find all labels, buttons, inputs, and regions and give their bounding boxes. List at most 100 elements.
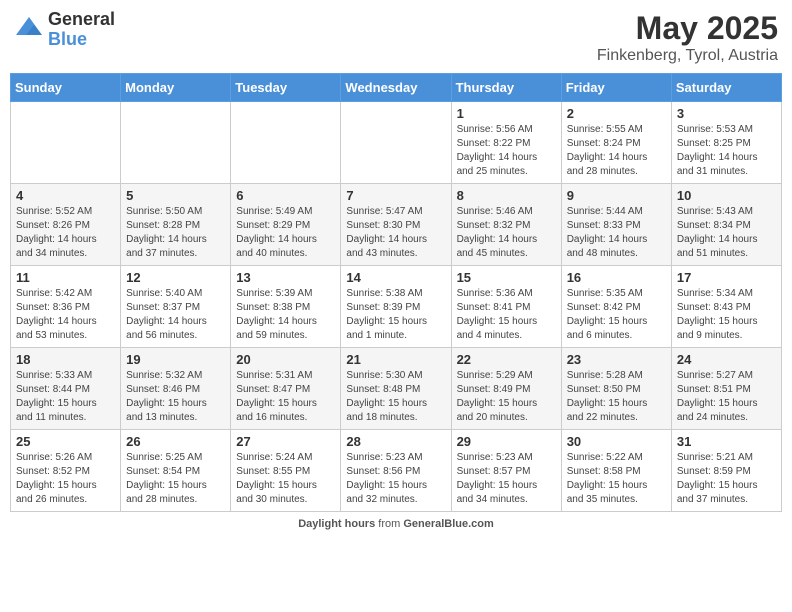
day-info: Sunrise: 5:36 AM Sunset: 8:41 PM Dayligh…	[457, 287, 556, 343]
calendar-cell: 12Sunrise: 5:40 AM Sunset: 8:37 PM Dayli…	[121, 266, 231, 348]
footer-label: Daylight hours	[298, 518, 375, 530]
calendar-cell: 14Sunrise: 5:38 AM Sunset: 8:39 PM Dayli…	[341, 266, 451, 348]
calendar-week-row: 25 Sunrise: 5:26 AM Sunset: 8:52 PM Dayli…	[11, 430, 782, 512]
logo-blue-text: Blue	[48, 30, 115, 50]
day-number: 19	[126, 352, 225, 367]
calendar-cell: 11Sunrise: 5:42 AM Sunset: 8:36 PM Dayli…	[11, 266, 121, 348]
calendar-cell	[341, 102, 451, 184]
day-info: Sunrise: 5:29 AM Sunset: 8:49 PM Dayligh…	[457, 369, 556, 425]
day-number: 23	[567, 352, 666, 367]
day-info: Sunrise: 5:22 AM Sunset: 8:58 PM Dayligh…	[567, 451, 666, 507]
day-info: Sunrise: 5:24 AM Sunset: 8:55 PM Dayligh…	[236, 451, 335, 507]
day-info: Sunrise: 5:56 AM Sunset: 8:22 PM Dayligh…	[457, 123, 556, 179]
day-number: 6	[236, 188, 335, 203]
day-info: Sunrise: 5:26 AM Sunset: 8:52 PM Dayligh…	[16, 451, 115, 507]
calendar-cell: 20Sunrise: 5:31 AM Sunset: 8:47 PM Dayli…	[231, 348, 341, 430]
calendar-cell: 23Sunrise: 5:28 AM Sunset: 8:50 PM Dayli…	[561, 348, 671, 430]
calendar-cell: 29 Sunrise: 5:23 AM Sunset: 8:57 PM Dayli…	[451, 430, 561, 512]
calendar-cell: 24 Sunrise: 5:27 AM Sunset: 8:51 PM Dayli…	[671, 348, 781, 430]
calendar-cell: 30 Sunrise: 5:22 AM Sunset: 8:58 PM Dayli…	[561, 430, 671, 512]
calendar-week-row: 18 Sunrise: 5:33 AM Sunset: 8:44 PM Dayli…	[11, 348, 782, 430]
day-info: Sunrise: 5:21 AM Sunset: 8:59 PM Dayligh…	[677, 451, 776, 507]
day-number: 16	[567, 270, 666, 285]
day-number: 5	[126, 188, 225, 203]
day-info: Sunrise: 5:55 AM Sunset: 8:24 PM Dayligh…	[567, 123, 666, 179]
day-number: 11	[16, 270, 115, 285]
calendar-cell: 27 Sunrise: 5:24 AM Sunset: 8:55 PM Dayli…	[231, 430, 341, 512]
day-number: 26	[126, 434, 225, 449]
day-info: Sunrise: 5:43 AM Sunset: 8:34 PM Dayligh…	[677, 205, 776, 261]
day-number: 30	[567, 434, 666, 449]
calendar-cell	[11, 102, 121, 184]
day-info: Sunrise: 5:47 AM Sunset: 8:30 PM Dayligh…	[346, 205, 445, 261]
day-info: Sunrise: 5:23 AM Sunset: 8:56 PM Dayligh…	[346, 451, 445, 507]
day-of-week-header: Sunday	[11, 74, 121, 102]
day-number: 3	[677, 106, 776, 121]
calendar-cell: 15 Sunrise: 5:36 AM Sunset: 8:41 PM Dayli…	[451, 266, 561, 348]
calendar-table: SundayMondayTuesdayWednesdayThursdayFrid…	[10, 73, 782, 512]
page-header: General Blue May 2025 Finkenberg, Tyrol,…	[10, 10, 782, 65]
calendar-cell: 26Sunrise: 5:25 AM Sunset: 8:54 PM Dayli…	[121, 430, 231, 512]
day-info: Sunrise: 5:34 AM Sunset: 8:43 PM Dayligh…	[677, 287, 776, 343]
day-number: 29	[457, 434, 556, 449]
day-info: Sunrise: 5:23 AM Sunset: 8:57 PM Dayligh…	[457, 451, 556, 507]
day-number: 27	[236, 434, 335, 449]
calendar-cell: 3 Sunrise: 5:53 AM Sunset: 8:25 PM Daylig…	[671, 102, 781, 184]
calendar-cell: 2 Sunrise: 5:55 AM Sunset: 8:24 PM Daylig…	[561, 102, 671, 184]
day-number: 25	[16, 434, 115, 449]
day-info: Sunrise: 5:30 AM Sunset: 8:48 PM Dayligh…	[346, 369, 445, 425]
calendar-cell: 10 Sunrise: 5:43 AM Sunset: 8:34 PM Dayli…	[671, 184, 781, 266]
logo-icon	[14, 15, 44, 45]
calendar-cell	[121, 102, 231, 184]
day-info: Sunrise: 5:27 AM Sunset: 8:51 PM Dayligh…	[677, 369, 776, 425]
logo: General Blue	[14, 10, 115, 50]
calendar-header-row: SundayMondayTuesdayWednesdayThursdayFrid…	[11, 74, 782, 102]
calendar-cell: 9 Sunrise: 5:44 AM Sunset: 8:33 PM Daylig…	[561, 184, 671, 266]
calendar-cell: 28 Sunrise: 5:23 AM Sunset: 8:56 PM Dayli…	[341, 430, 451, 512]
calendar-title: May 2025	[597, 10, 778, 47]
day-info: Sunrise: 5:53 AM Sunset: 8:25 PM Dayligh…	[677, 123, 776, 179]
calendar-cell: 25 Sunrise: 5:26 AM Sunset: 8:52 PM Dayli…	[11, 430, 121, 512]
day-info: Sunrise: 5:49 AM Sunset: 8:29 PM Dayligh…	[236, 205, 335, 261]
day-of-week-header: Wednesday	[341, 74, 451, 102]
logo-text: General Blue	[48, 10, 115, 50]
calendar-cell: 6 Sunrise: 5:49 AM Sunset: 8:29 PM Daylig…	[231, 184, 341, 266]
day-number: 24	[677, 352, 776, 367]
day-number: 22	[457, 352, 556, 367]
calendar-cell: 22 Sunrise: 5:29 AM Sunset: 8:49 PM Dayli…	[451, 348, 561, 430]
day-number: 10	[677, 188, 776, 203]
calendar-week-row: 11Sunrise: 5:42 AM Sunset: 8:36 PM Dayli…	[11, 266, 782, 348]
calendar-cell: 4 Sunrise: 5:52 AM Sunset: 8:26 PM Daylig…	[11, 184, 121, 266]
day-info: Sunrise: 5:40 AM Sunset: 8:37 PM Dayligh…	[126, 287, 225, 343]
day-info: Sunrise: 5:44 AM Sunset: 8:33 PM Dayligh…	[567, 205, 666, 261]
calendar-cell: 5 Sunrise: 5:50 AM Sunset: 8:28 PM Daylig…	[121, 184, 231, 266]
day-number: 15	[457, 270, 556, 285]
day-of-week-header: Monday	[121, 74, 231, 102]
day-info: Sunrise: 5:33 AM Sunset: 8:44 PM Dayligh…	[16, 369, 115, 425]
day-info: Sunrise: 5:35 AM Sunset: 8:42 PM Dayligh…	[567, 287, 666, 343]
day-info: Sunrise: 5:39 AM Sunset: 8:38 PM Dayligh…	[236, 287, 335, 343]
day-number: 8	[457, 188, 556, 203]
day-number: 1	[457, 106, 556, 121]
day-number: 2	[567, 106, 666, 121]
day-of-week-header: Thursday	[451, 74, 561, 102]
day-number: 9	[567, 188, 666, 203]
calendar-cell: 18 Sunrise: 5:33 AM Sunset: 8:44 PM Dayli…	[11, 348, 121, 430]
calendar-cell: 21 Sunrise: 5:30 AM Sunset: 8:48 PM Dayli…	[341, 348, 451, 430]
calendar-cell: 31 Sunrise: 5:21 AM Sunset: 8:59 PM Dayli…	[671, 430, 781, 512]
calendar-cell: 7Sunrise: 5:47 AM Sunset: 8:30 PM Daylig…	[341, 184, 451, 266]
day-number: 4	[16, 188, 115, 203]
calendar-location: Finkenberg, Tyrol, Austria	[597, 47, 778, 65]
calendar-cell: 13Sunrise: 5:39 AM Sunset: 8:38 PM Dayli…	[231, 266, 341, 348]
day-number: 31	[677, 434, 776, 449]
day-number: 18	[16, 352, 115, 367]
day-number: 14	[346, 270, 445, 285]
calendar-cell: 8Sunrise: 5:46 AM Sunset: 8:32 PM Daylig…	[451, 184, 561, 266]
day-info: Sunrise: 5:52 AM Sunset: 8:26 PM Dayligh…	[16, 205, 115, 261]
day-info: Sunrise: 5:50 AM Sunset: 8:28 PM Dayligh…	[126, 205, 225, 261]
calendar-cell: 1 Sunrise: 5:56 AM Sunset: 8:22 PM Daylig…	[451, 102, 561, 184]
logo-general-text: General	[48, 10, 115, 30]
day-number: 21	[346, 352, 445, 367]
title-block: May 2025 Finkenberg, Tyrol, Austria	[597, 10, 778, 65]
day-number: 28	[346, 434, 445, 449]
